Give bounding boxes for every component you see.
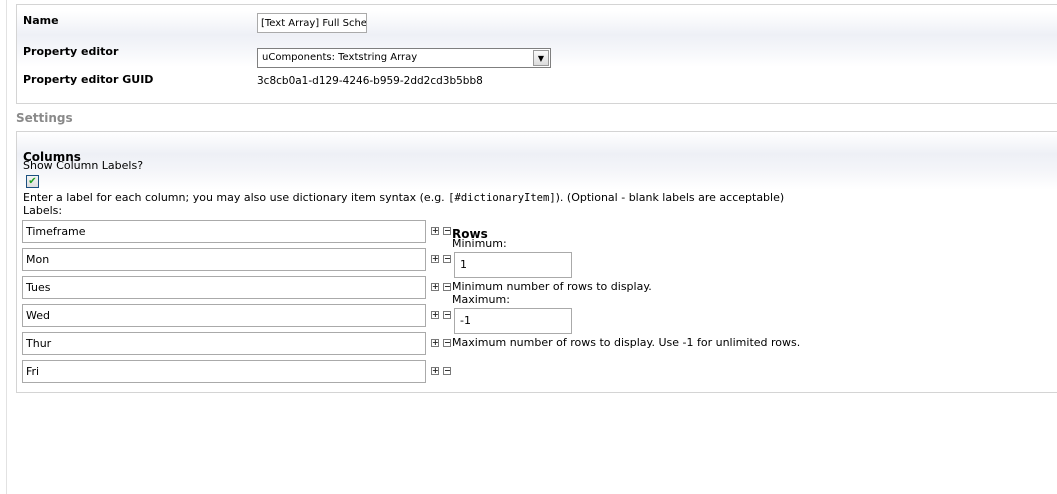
- name-label: Name: [23, 14, 59, 27]
- rows-minimum-help: Minimum number of rows to display.: [452, 280, 652, 293]
- add-column-icon[interactable]: +: [431, 227, 439, 235]
- add-column-icon[interactable]: +: [431, 311, 439, 319]
- instructions-text-2: ). (Optional - blank labels are acceptab…: [555, 191, 785, 204]
- rows-minimum-label: Minimum:: [452, 237, 507, 250]
- column-instructions: Enter a label for each column; you may a…: [23, 191, 784, 204]
- rows-maximum-help: Maximum number of rows to display. Use -…: [452, 336, 801, 349]
- left-border: [6, 0, 7, 494]
- add-column-icon[interactable]: +: [431, 367, 439, 375]
- remove-column-icon[interactable]: −: [443, 227, 451, 235]
- properties-panel: Name [Text Array] Full Sche Property edi…: [16, 4, 1057, 104]
- remove-column-icon[interactable]: −: [443, 283, 451, 291]
- remove-column-icon[interactable]: −: [443, 339, 451, 347]
- column-label-input-4[interactable]: Wed: [22, 304, 426, 327]
- chevron-down-icon[interactable]: ▼: [533, 50, 549, 66]
- column-label-input-1[interactable]: Timeframe: [22, 220, 426, 243]
- add-column-icon[interactable]: +: [431, 339, 439, 347]
- remove-column-icon[interactable]: −: [443, 255, 451, 263]
- labels-label: Labels:: [23, 204, 63, 217]
- show-column-labels-checkbox[interactable]: ✔: [26, 175, 39, 188]
- rows-minimum-input[interactable]: 1: [454, 252, 572, 278]
- column-label-input-2[interactable]: Mon: [22, 248, 426, 271]
- settings-panel: Columns Show Column Labels? ✔ Enter a la…: [16, 131, 1057, 393]
- property-editor-guid: 3c8cb0a1-d129-4246-b959-2dd2cd3b5bb8: [257, 75, 483, 87]
- property-editor-label: Property editor: [23, 45, 119, 58]
- add-column-icon[interactable]: +: [431, 255, 439, 263]
- instructions-text-1: Enter a label for each column; you may a…: [23, 191, 449, 204]
- property-editor-select[interactable]: uComponents: Textstring Array ▼: [257, 48, 551, 68]
- remove-column-icon[interactable]: −: [443, 311, 451, 319]
- instructions-code: [#dictionaryItem]: [448, 192, 556, 204]
- checkmark-icon: ✔: [28, 175, 37, 187]
- column-label-input-3[interactable]: Tues: [22, 276, 426, 299]
- property-editor-guid-label: Property editor GUID: [23, 73, 154, 86]
- show-column-labels-label: Show Column Labels?: [23, 159, 144, 172]
- rows-maximum-label: Maximum:: [452, 293, 510, 306]
- column-label-input-6[interactable]: Fri: [22, 360, 426, 383]
- column-label-input-5[interactable]: Thur: [22, 332, 426, 355]
- settings-title: Settings: [16, 111, 73, 125]
- property-editor-value: uComponents: Textstring Array: [262, 52, 418, 63]
- remove-column-icon[interactable]: −: [443, 367, 451, 375]
- name-input[interactable]: [Text Array] Full Sche: [257, 13, 367, 33]
- add-column-icon[interactable]: +: [431, 283, 439, 291]
- rows-maximum-input[interactable]: -1: [454, 308, 572, 334]
